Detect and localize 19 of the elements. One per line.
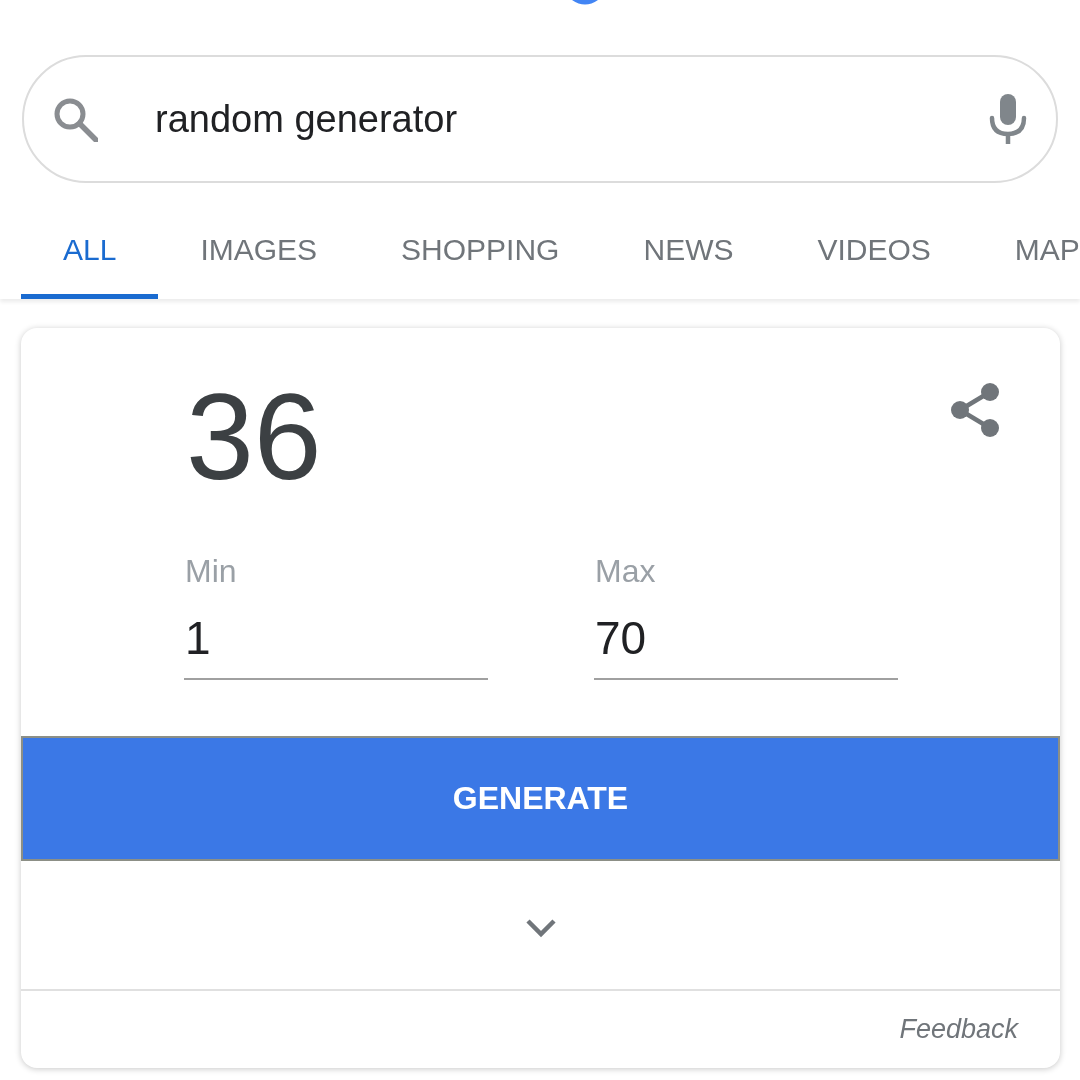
search-field[interactable]: random generator [22, 55, 1058, 183]
chevron-icon[interactable] [524, 918, 557, 938]
field-label: Max [595, 552, 657, 590]
tab[interactable]: MAP [972, 206, 1080, 299]
result-number: 36 [186, 376, 322, 498]
arc-icon [571, 0, 599, 5]
tab[interactable]: NEWS [601, 206, 776, 299]
tab[interactable]: IMAGES [158, 206, 360, 299]
generate-button[interactable]: GENERATE [21, 736, 1060, 861]
number-field[interactable]: 1 [184, 612, 488, 680]
field-label: Min [185, 552, 238, 590]
feedback-link[interactable]: Feedback [899, 1014, 1018, 1045]
share-icon[interactable] [950, 382, 1000, 438]
tab[interactable]: ALL [21, 206, 159, 299]
microphone-icon[interactable] [989, 94, 1027, 144]
search-icon[interactable] [52, 96, 98, 142]
tab[interactable]: VIDEOS [775, 206, 973, 299]
number-field[interactable]: 70 [594, 612, 898, 680]
tab[interactable]: SHOPPING [359, 206, 602, 299]
